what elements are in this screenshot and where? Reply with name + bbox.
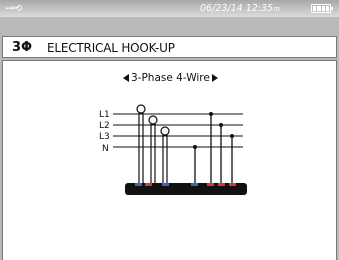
line-label-l1: L1 (99, 110, 110, 120)
line-label-l3: L3 (99, 132, 110, 142)
mode-indicator: 3Φ (12, 40, 33, 55)
screen-header: 3Φ ELECTRICAL HOOK-UP (2, 36, 337, 58)
arrow-right-icon[interactable] (211, 74, 218, 82)
current-clamps (136, 104, 170, 136)
voltage-tap-dots (193, 112, 234, 149)
status-time: 12:35 (245, 3, 274, 14)
clamp-l3-icon (160, 126, 170, 136)
status-bar: ⌁═⟲ 06/23/14 12:35m (0, 0, 339, 17)
instrument-base (125, 183, 247, 195)
page-title: ELECTRICAL HOOK-UP (47, 41, 175, 55)
hookup-selector[interactable]: 3-Phase 4-Wire (123, 71, 218, 85)
date-time: 06/23/14 12:35m (200, 3, 280, 14)
clamp-l2-icon (148, 115, 158, 125)
line-label-l2: L2 (99, 121, 110, 131)
battery-icon (311, 4, 333, 13)
conductor-lines (113, 113, 243, 148)
status-time-suffix: m (273, 5, 280, 13)
wiring-diagram: L1 L2 L3 N (99, 104, 247, 195)
clamp-l1-icon (136, 104, 146, 114)
arrow-left-icon[interactable] (123, 74, 129, 82)
hookup-label: 3-Phase 4-Wire (131, 72, 210, 84)
line-label-n: N (102, 144, 109, 154)
status-date: 06/23/14 (200, 3, 243, 14)
plug-icon: ⌁═⟲ (5, 4, 22, 14)
main-panel: 3-Phase 4-Wire L1 L2 L3 N (2, 60, 337, 260)
